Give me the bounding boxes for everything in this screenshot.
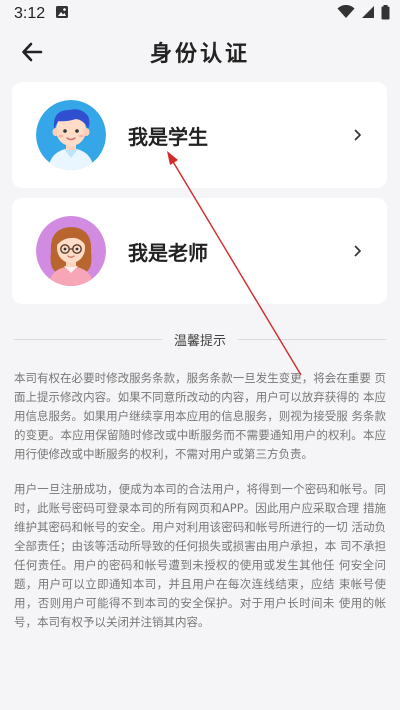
gallery-notification-icon (55, 5, 69, 23)
wifi-icon (337, 4, 355, 23)
student-identity-card[interactable]: 我是学生 (12, 82, 387, 188)
divider (238, 339, 387, 340)
status-time: 3:12 (14, 5, 46, 22)
student-label: 我是学生 (128, 124, 208, 149)
chevron-right-icon (351, 244, 365, 258)
student-avatar (36, 100, 106, 170)
tips-section: 温馨提示 本司有权在必要时修改服务条款，服务条款一旦发生变更，将会在重要 页面上… (14, 330, 387, 632)
teacher-identity-card[interactable]: 我是老师 (12, 198, 387, 304)
tips-paragraph: 用户一旦注册成功，便成为本司的合法用户，将得到一个密码和帐号。同时，此账号密码可… (14, 482, 386, 629)
battery-icon (381, 4, 390, 24)
status-bar: 3:12 (0, 0, 400, 28)
page-title: 身份认证 (149, 42, 250, 67)
divider (14, 339, 162, 340)
app-bar: 身份认证 (0, 28, 400, 76)
tips-header: 温馨提示 (14, 330, 387, 349)
teacher-avatar (36, 216, 106, 286)
signal-icon (361, 5, 375, 23)
chevron-right-icon (351, 128, 365, 142)
teacher-label: 我是老师 (128, 240, 208, 265)
tips-heading: 温馨提示 (174, 334, 227, 349)
arrow-left-icon (22, 42, 43, 62)
tips-paragraph: 本司有权在必要时修改服务条款，服务条款一旦发生变更，将会在重要 页面上提示修改内… (14, 371, 386, 461)
back-button[interactable] (10, 30, 54, 74)
